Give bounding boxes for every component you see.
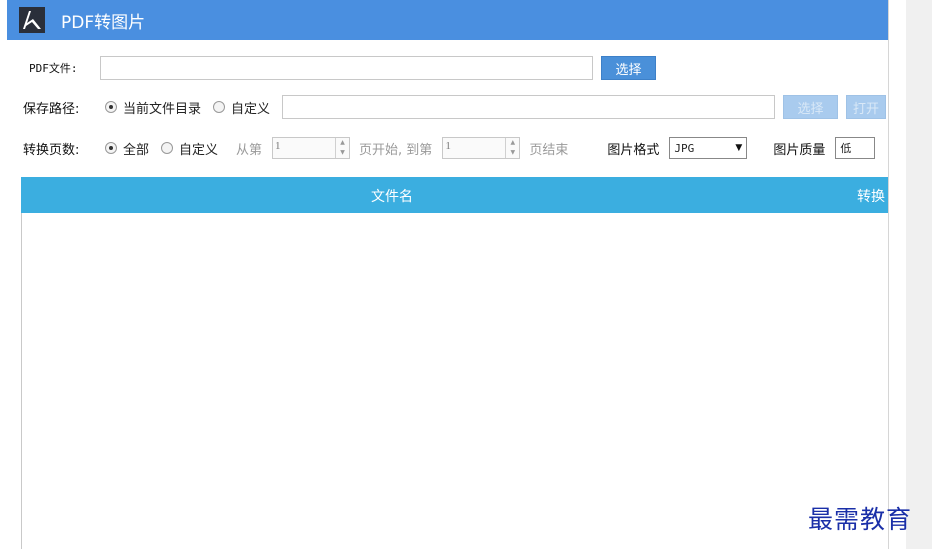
save-path-current-radio[interactable]: 当前文件目录 xyxy=(105,98,201,117)
pages-custom-label: 自定义 xyxy=(179,142,219,158)
from-page-value: 1 xyxy=(275,140,281,152)
start-page-label: 页开始, 到第 xyxy=(359,142,433,158)
radio-checked-icon xyxy=(105,101,117,113)
to-page-stepper[interactable]: 1 ▲ ▼ xyxy=(442,137,521,159)
dropdown-arrow-icon: ▼ xyxy=(735,143,743,153)
window-edge xyxy=(888,0,906,549)
save-path-open-button[interactable]: 打开 xyxy=(846,95,887,119)
pdf-file-input[interactable] xyxy=(100,56,593,80)
save-path-select-button[interactable]: 选择 xyxy=(783,95,839,119)
save-path-custom-label: 自定义 xyxy=(231,101,271,117)
acrobat-logo-icon xyxy=(18,6,46,34)
pages-all-radio[interactable]: 全部 xyxy=(105,139,149,158)
column-convert[interactable]: 转换 xyxy=(857,186,885,206)
image-quality-value: 低 xyxy=(840,142,852,155)
title-bar: PDF转图片 xyxy=(7,0,888,40)
background-strip xyxy=(906,0,932,549)
from-page-stepper[interactable]: 1 ▲ ▼ xyxy=(272,137,351,159)
page-range-row: 转换页数: 全部 自定义 从第 1 ▲ ▼ 页开始, 到第 1 ▲ ▼ 页结束 图片… xyxy=(23,136,876,160)
end-page-label: 页结束 xyxy=(529,142,569,158)
save-path-label: 保存路径: xyxy=(23,101,80,117)
save-path-current-label: 当前文件目录 xyxy=(123,101,202,117)
image-quality-select[interactable]: 低 xyxy=(835,137,876,159)
pdf-file-row: PDF文件: 选择 xyxy=(29,56,656,80)
pages-custom-radio[interactable]: 自定义 xyxy=(161,139,218,158)
pdf-file-label: PDF文件: xyxy=(29,62,78,75)
pdf-to-image-window: PDF转图片 PDF文件: 选择 保存路径: 当前文件目录 自定义 选择 打开 … xyxy=(7,0,888,549)
file-table-header: 文件名 转换 xyxy=(21,177,888,213)
image-format-label: 图片格式 xyxy=(607,142,660,158)
image-format-select[interactable]: JPG ▼ xyxy=(669,137,748,159)
radio-unchecked-icon xyxy=(213,101,226,113)
radio-checked-icon xyxy=(105,142,117,154)
image-format-value: JPG xyxy=(674,141,695,155)
to-page-value: 1 xyxy=(445,140,451,152)
save-path-row: 保存路径: 当前文件目录 自定义 选择 打开 xyxy=(23,95,887,119)
spinner-arrows-icon[interactable]: ▲ ▼ xyxy=(335,138,349,158)
from-page-label: 从第 xyxy=(236,142,263,158)
window-title: PDF转图片 xyxy=(61,12,146,33)
pages-all-label: 全部 xyxy=(123,142,150,158)
save-path-custom-radio[interactable]: 自定义 xyxy=(213,98,270,117)
file-table-body[interactable] xyxy=(21,213,888,549)
save-path-input[interactable] xyxy=(282,95,776,119)
spinner-arrows-icon[interactable]: ▲ ▼ xyxy=(505,138,519,158)
pdf-file-select-button[interactable]: 选择 xyxy=(601,56,656,80)
radio-unchecked-icon xyxy=(161,142,174,154)
column-filename[interactable]: 文件名 xyxy=(371,186,413,206)
watermark-text: 最需教育 xyxy=(808,505,913,534)
pages-label: 转换页数: xyxy=(23,142,80,158)
image-quality-label: 图片质量 xyxy=(773,142,826,158)
